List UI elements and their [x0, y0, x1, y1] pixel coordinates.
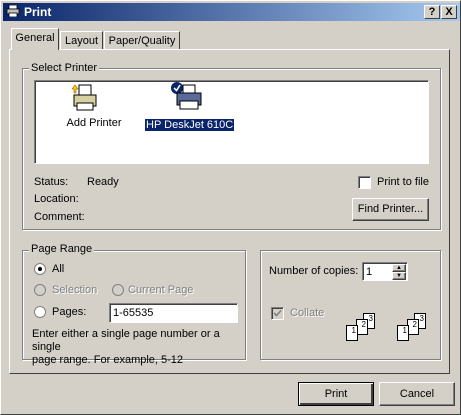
- collate-illustration-collated: 3 2 1: [337, 313, 381, 343]
- collate-illustration-collated-2: 3 2 1: [388, 313, 432, 343]
- page-1: 1: [397, 325, 409, 341]
- status-value: Ready: [87, 176, 119, 188]
- printer-list[interactable]: Add Printer HP DeskJet 610C: [34, 80, 429, 164]
- find-printer-button[interactable]: Find Printer...: [352, 198, 429, 221]
- arrow-down-icon: ▼: [396, 273, 402, 279]
- print-dialog: Print ? X General Layout Paper/Quality S…: [0, 0, 461, 415]
- radio-selection-label[interactable]: Selection: [52, 284, 97, 296]
- page-range-legend: Page Range: [29, 243, 95, 255]
- add-printer-item[interactable]: Add Printer: [53, 83, 122, 133]
- number-of-copies-label: Number of copies:: [269, 265, 359, 277]
- print-button[interactable]: Print: [298, 382, 374, 406]
- tab-general-label: General: [15, 32, 55, 44]
- radio-current-page-label[interactable]: Current Page: [128, 284, 193, 296]
- arrow-up-icon: ▲: [396, 265, 402, 271]
- cancel-button[interactable]: Cancel: [379, 382, 455, 406]
- page-range-hint-line2: page range. For example, 5-12: [32, 354, 184, 366]
- tab-layout[interactable]: Layout: [60, 31, 103, 49]
- tab-paper-quality[interactable]: Paper/Quality: [104, 31, 180, 49]
- tab-layout-label: Layout: [64, 35, 99, 47]
- help-button[interactable]: ?: [424, 5, 440, 19]
- copies-value: 1: [366, 266, 373, 278]
- radio-pages[interactable]: [34, 306, 46, 318]
- radio-pages-label[interactable]: Pages:: [52, 306, 86, 318]
- tab-paper-quality-label: Paper/Quality: [108, 35, 176, 47]
- add-printer-label: Add Printer: [66, 117, 122, 129]
- cancel-button-label: Cancel: [399, 388, 435, 400]
- radio-current-page[interactable]: [112, 284, 124, 296]
- title-bar[interactable]: Print ? X: [3, 3, 460, 21]
- checkmark-icon: [273, 309, 282, 317]
- pages-input[interactable]: 1-65535: [109, 303, 238, 323]
- select-printer-legend: Select Printer: [29, 62, 100, 74]
- comment-label: Comment:: [34, 211, 85, 223]
- print-button-label: Print: [324, 388, 348, 400]
- add-printer-icon: [71, 84, 97, 111]
- status-label: Status:: [34, 176, 69, 188]
- copies-down-button[interactable]: ▼: [392, 272, 406, 280]
- collate-label[interactable]: Collate: [290, 307, 324, 319]
- location-label: Location:: [34, 193, 79, 205]
- radio-all[interactable]: [34, 263, 46, 275]
- page-1: 1: [346, 325, 358, 341]
- radio-all-label[interactable]: All: [52, 263, 64, 275]
- print-to-file-checkbox[interactable]: [358, 176, 371, 189]
- printer-icon: [171, 82, 202, 110]
- printer-icon: [6, 5, 20, 17]
- copies-up-button[interactable]: ▲: [392, 264, 406, 272]
- window-title: Print: [24, 5, 52, 19]
- printer-item-hp-deskjet[interactable]: HP DeskJet 610C: [143, 81, 236, 135]
- page-range-hint: Enter either a single page number or a s…: [32, 328, 242, 367]
- print-to-file-label[interactable]: Print to file: [377, 176, 429, 188]
- radio-selection[interactable]: [34, 284, 46, 296]
- printer-label-hp-deskjet: HP DeskJet 610C: [143, 118, 236, 132]
- close-button[interactable]: X: [441, 5, 457, 19]
- tab-general[interactable]: General: [11, 28, 59, 50]
- collate-checkbox[interactable]: [271, 307, 284, 320]
- page-range-hint-line1: Enter either a single page number or a s…: [32, 328, 220, 353]
